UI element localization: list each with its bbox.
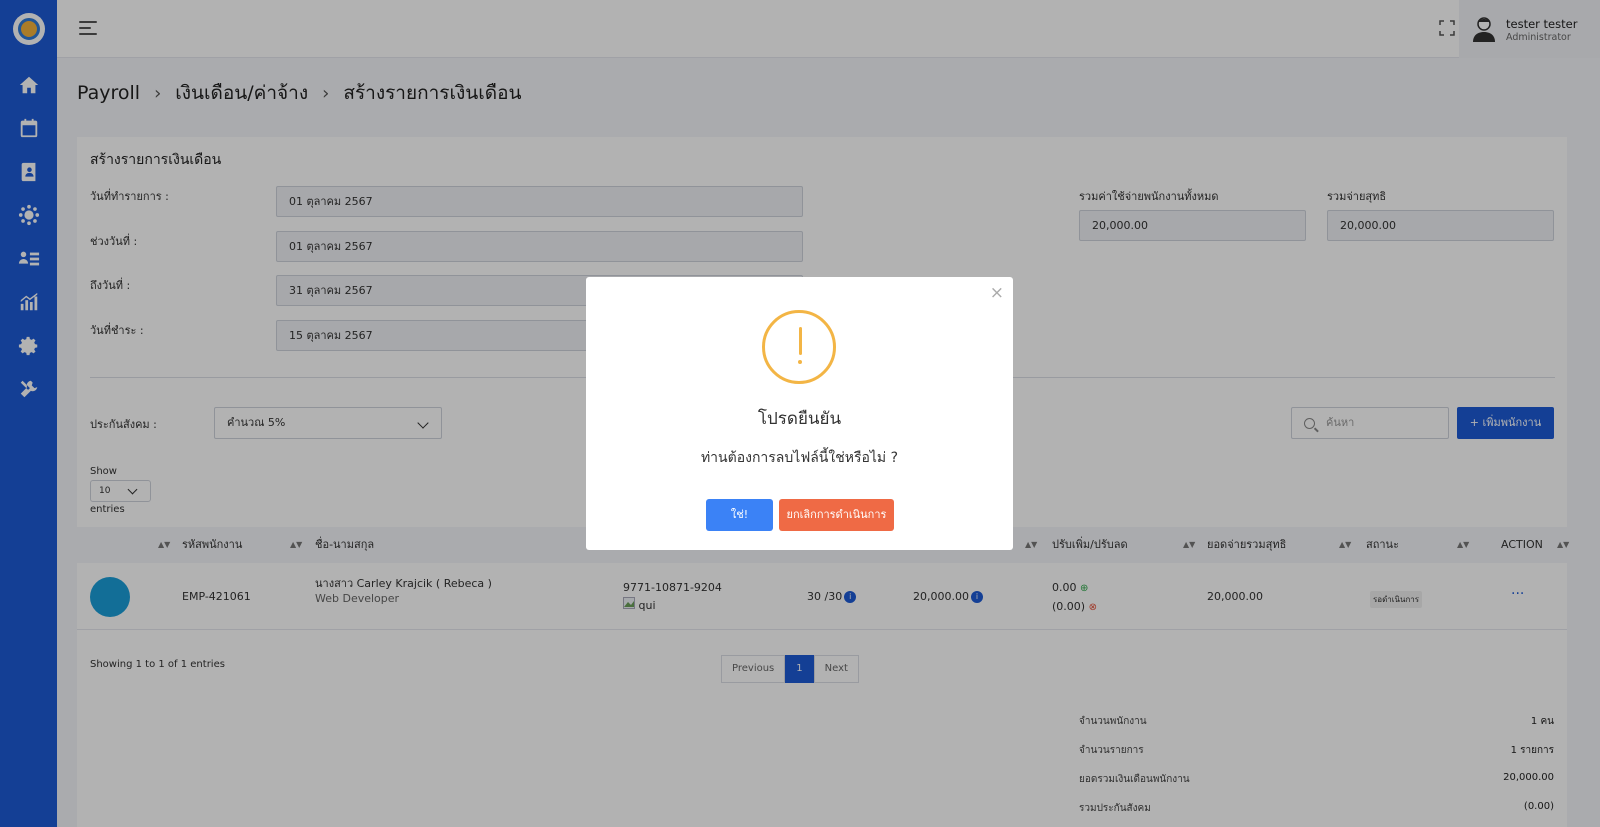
dialog-message: ท่านต้องการลบไฟล์นี้ใช่หรือไม่ ? — [700, 450, 899, 466]
cancel-button[interactable]: ยกเลิกการดำเนินการ — [779, 499, 894, 531]
close-icon[interactable]: × — [990, 283, 1004, 303]
warning-icon — [762, 310, 836, 384]
dialog-title: โปรดยืนยัน — [757, 409, 842, 429]
confirm-dialog: × โปรดยืนยัน ท่านต้องการลบไฟล์นี้ใช่หรือ… — [586, 277, 1013, 550]
confirm-button[interactable]: ใช่! — [706, 499, 773, 531]
